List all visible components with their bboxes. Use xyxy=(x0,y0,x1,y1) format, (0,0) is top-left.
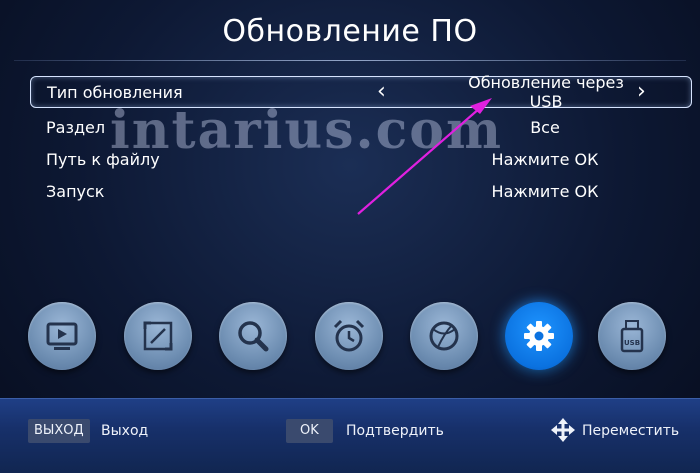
menu-item-update-type[interactable]: Тип обновления ‹ Обновление через USB › xyxy=(30,73,692,111)
menu-item-label: Раздел xyxy=(46,117,106,137)
menu-item-value: Нажмите ОК xyxy=(491,149,599,169)
menu-item-start[interactable]: Запуск Нажмите ОК xyxy=(30,175,692,207)
menu-item-label: Путь к файлу xyxy=(46,149,160,169)
alarm-clock-icon xyxy=(333,319,365,352)
settings-button[interactable] xyxy=(505,302,573,370)
ok-label: Подтвердить xyxy=(346,423,444,439)
gear-icon xyxy=(524,321,554,351)
svg-text:USB: USB xyxy=(624,339,640,347)
exit-key[interactable]: ВЫХОД xyxy=(28,419,90,443)
usb-button[interactable]: USB xyxy=(598,302,666,370)
ball-button[interactable] xyxy=(410,302,478,370)
search-icon xyxy=(238,321,269,352)
menu-item-partition[interactable]: Раздел Все xyxy=(30,111,692,143)
move-label: Переместить xyxy=(582,423,680,439)
alarm-clock-button[interactable] xyxy=(315,302,383,370)
menu-item-label: Запуск xyxy=(46,181,105,201)
tv-button[interactable] xyxy=(28,302,96,370)
chevron-left-icon[interactable]: ‹ xyxy=(377,77,386,107)
app-toolbar: USB xyxy=(0,302,700,386)
picture-icon xyxy=(143,321,173,351)
move-arrows-icon xyxy=(551,418,575,442)
menu-item-label: Тип обновления xyxy=(47,82,183,102)
footer-bar: ВЫХОД Выход OK Подтвердить Переместить xyxy=(0,398,700,473)
menu-item-value: Нажмите ОК xyxy=(491,181,599,201)
ok-key[interactable]: OK xyxy=(286,419,333,443)
exit-label: Выход xyxy=(101,423,149,439)
usb-icon: USB xyxy=(620,320,644,353)
ball-icon xyxy=(429,321,459,351)
menu-item-value: Все xyxy=(530,117,560,137)
picture-button[interactable] xyxy=(124,302,192,370)
settings-menu: Тип обновления ‹ Обновление через USB › … xyxy=(30,73,692,207)
menu-item-file-path[interactable]: Путь к файлу Нажмите ОК xyxy=(30,143,692,175)
page-title: Обновление ПО xyxy=(222,14,478,49)
tv-icon xyxy=(46,322,78,350)
chevron-right-icon[interactable]: › xyxy=(637,77,646,107)
menu-item-value: Обновление через USB xyxy=(468,73,624,111)
search-button[interactable] xyxy=(219,302,287,370)
title-divider xyxy=(14,60,686,61)
